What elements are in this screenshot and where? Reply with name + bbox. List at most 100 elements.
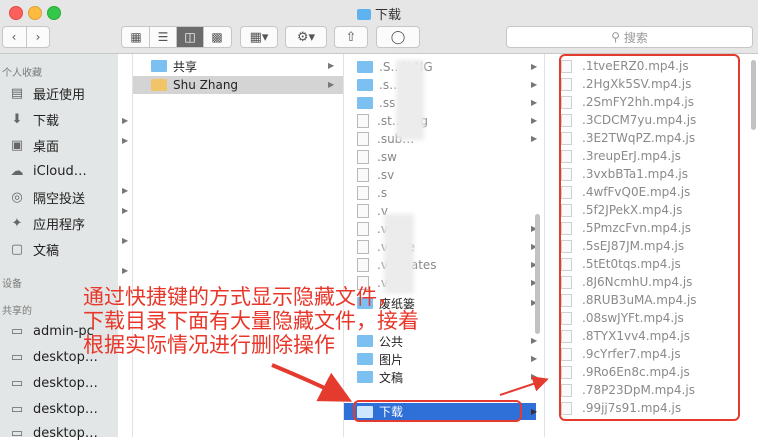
column-users: 共享 ▶ Shu Zhang ▶ [133, 54, 344, 437]
downloads-folder-icon [356, 9, 371, 20]
back-icon[interactable]: ‹ [3, 27, 27, 47]
favorites-header: 个人收藏 [2, 68, 42, 79]
search-field[interactable]: ⚲ 搜索 [506, 26, 753, 48]
disclosure-arrow-icon: ▶ [531, 134, 538, 143]
file-icon [357, 222, 369, 236]
list-view-icon[interactable]: ☰ [150, 27, 177, 47]
file-icon [357, 258, 369, 272]
toolbar: ‹ › ▦ ☰ ◫ ▩ ▦▾ ⚙▾ ⇧ ◯ ⚲ 搜索 [0, 24, 758, 54]
folder-icon [151, 60, 167, 72]
sidebar-item-label: 桌面 [33, 139, 60, 155]
document-icon: ▢ [10, 241, 24, 257]
list-item-selected[interactable]: Shu Zhang [133, 76, 343, 94]
disclosure-arrow-icon: ▶ [122, 206, 129, 215]
list-item[interactable]: .sv [357, 166, 394, 184]
annotation-line: 下载目录下面有大量隐藏文件，接着 [83, 309, 419, 333]
gallery-view-icon[interactable]: ▩ [204, 27, 230, 47]
redaction-blur [384, 214, 414, 294]
sidebar-item-shared-0[interactable]: ▭ admin-pc [8, 322, 94, 340]
action-button[interactable]: ⚙▾ [285, 26, 327, 48]
column-parent: ▶ ▶ ▶ ▶ ▶ ▶ [118, 54, 133, 437]
share-button[interactable]: ⇧ [334, 26, 368, 48]
sidebar-item-applications[interactable]: ✦ 应用程序 [8, 214, 86, 233]
column-view-icon[interactable]: ◫ [177, 27, 204, 47]
view-mode-control[interactable]: ▦ ☰ ◫ ▩ [121, 26, 232, 48]
share-icon: ⇧ [345, 29, 357, 45]
disclosure-arrow-icon: ▶ [122, 266, 129, 275]
applications-icon: ✦ [11, 215, 23, 231]
disclosure-arrow-icon: ▶ [531, 116, 538, 125]
file-icon [357, 204, 369, 218]
download-icon: ⬇ [11, 111, 23, 127]
sidebar-item-shared-3[interactable]: ▭ desktop… [8, 400, 98, 418]
redaction-blur [396, 60, 424, 140]
folder-icon [357, 61, 373, 73]
sidebar-item-label: 最近使用 [33, 87, 86, 103]
sidebar-item-desktop[interactable]: ▣ 桌面 [8, 136, 60, 155]
home-icon [151, 79, 167, 91]
sidebar-item-recents[interactable]: ▤ 最近使用 [8, 84, 86, 103]
list-item[interactable]: 共享 [151, 57, 197, 75]
disclosure-arrow-icon: ▶ [122, 136, 129, 145]
sidebar-item-label: desktop… [33, 375, 98, 391]
file-icon [357, 240, 369, 254]
sidebar-item-shared-2[interactable]: ▭ desktop… [8, 374, 98, 392]
grid-icon: ▦▾ [249, 29, 269, 45]
sidebar: 个人收藏 ▤ 最近使用 ⬇ 下载 ▣ 桌面 ☁ iCloud… ◎ 隔空投送 ✦ 应用程序 … [0, 54, 119, 441]
disclosure-arrow-icon: ▶ [531, 407, 538, 416]
computer-icon: ▭ [10, 401, 24, 417]
sidebar-item-label: 隔空投送 [33, 191, 86, 207]
sidebar-item-shared-4[interactable]: ▭ desktop… [8, 424, 98, 442]
disclosure-arrow-icon: ▶ [531, 336, 538, 345]
disclosure-arrow-icon: ▶ [531, 80, 538, 89]
group-by-button[interactable]: ▦▾ [240, 26, 278, 48]
sidebar-item-airdrop[interactable]: ◎ 隔空投送 [8, 188, 86, 207]
desktop-icon: ▣ [10, 137, 24, 153]
disclosure-arrow-icon: ▶ [122, 116, 129, 125]
list-item[interactable]: .sw [357, 148, 397, 166]
sidebar-item-label: 文稿 [33, 243, 60, 259]
recents-icon: ▤ [10, 85, 24, 101]
computer-icon: ▭ [10, 375, 24, 391]
disclosure-arrow-icon: ▶ [531, 62, 538, 71]
back-forward-control[interactable]: ‹ › [2, 26, 50, 48]
sidebar-item-label: 下载 [33, 113, 60, 129]
shared-header: 共享的 [2, 306, 32, 317]
sidebar-item-downloads[interactable]: ⬇ 下载 [8, 110, 60, 129]
annotation-text: 通过快捷键的方式显示隐藏文件， 下载目录下面有大量隐藏文件，接着 根据实际情况进… [83, 285, 419, 357]
sidebar-item-label: desktop… [33, 425, 98, 441]
disclosure-arrow-icon: ▶ [531, 354, 538, 363]
sidebar-item-icloud[interactable]: ☁ iCloud… [8, 162, 87, 180]
highlight-box-downloads [353, 400, 522, 422]
tags-button[interactable]: ◯ [376, 26, 420, 48]
icon-view-icon[interactable]: ▦ [123, 27, 150, 47]
sidebar-item-label: 应用程序 [33, 217, 86, 233]
item-label: .s [377, 186, 388, 200]
disclosure-arrow-icon: ▶ [531, 372, 538, 381]
annotation-line: 根据实际情况进行删除操作 [83, 333, 335, 357]
forward-icon[interactable]: › [27, 27, 50, 47]
folder-icon [357, 97, 373, 109]
list-item[interactable]: 文稿 [357, 368, 403, 386]
list-item[interactable]: .ss [357, 94, 395, 112]
scrollbar[interactable] [751, 60, 756, 130]
sidebar-item-label: desktop… [33, 401, 98, 417]
search-placeholder: 搜索 [623, 30, 648, 45]
file-icon [357, 114, 369, 128]
item-label: Shu Zhang [173, 78, 239, 92]
scrollbar[interactable] [535, 214, 540, 334]
sidebar-item-label: iCloud… [33, 163, 87, 179]
list-item[interactable]: .s [357, 184, 387, 202]
tag-icon: ◯ [390, 29, 406, 45]
window-title: 下载 [0, 4, 758, 23]
item-label: 共享 [173, 59, 198, 74]
item-label: .sw [377, 150, 397, 164]
search-icon: ⚲ [611, 30, 620, 44]
computer-icon: ▭ [10, 349, 24, 365]
cloud-icon: ☁ [10, 163, 24, 179]
file-icon [357, 186, 369, 200]
item-label: .ss [379, 96, 396, 110]
file-icon [357, 150, 369, 164]
sidebar-item-documents[interactable]: ▢ 文稿 [8, 240, 60, 259]
item-label: .sv [377, 168, 395, 182]
